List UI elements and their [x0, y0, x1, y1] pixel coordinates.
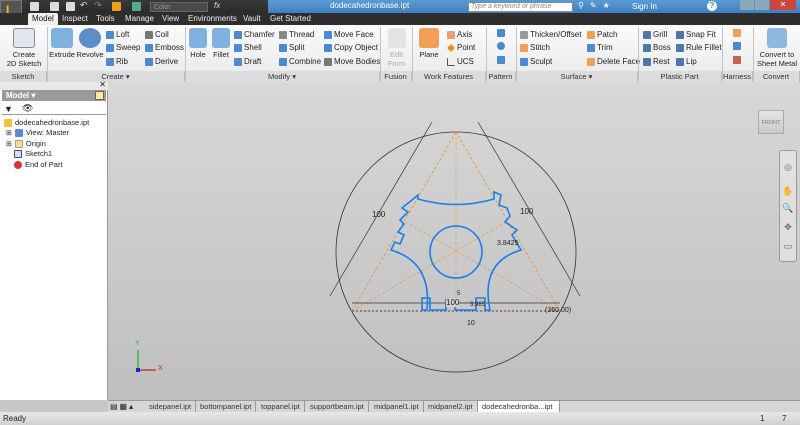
- y-axis-label: Y: [135, 340, 140, 347]
- dimension-radius[interactable]: 3.8425: [497, 240, 518, 247]
- tab-layout-icons[interactable]: ▤▦▴: [110, 402, 135, 411]
- dimension-10[interactable]: 10: [467, 320, 475, 327]
- viewcube[interactable]: FRONT: [758, 110, 784, 134]
- dimension-right[interactable]: 100: [520, 207, 533, 216]
- dimension-line-left: [329, 121, 433, 297]
- dimension-5[interactable]: 5: [457, 291, 460, 297]
- dimension-small[interactable]: 3.985: [470, 302, 485, 308]
- pan-icon[interactable]: ✋: [782, 186, 794, 197]
- look-at-icon[interactable]: ▭: [782, 241, 794, 252]
- sketch-canvas[interactable]: [0, 0, 800, 425]
- dimension-bottom[interactable]: 100: [446, 298, 460, 307]
- doc-tab[interactable]: bottompanel.ipt: [196, 401, 257, 412]
- doc-tab[interactable]: supportbeam.ipt: [306, 401, 369, 412]
- doc-tab[interactable]: toppanel.ipt: [257, 401, 305, 412]
- zoom-icon[interactable]: 🔍: [782, 203, 794, 214]
- doc-tab-active[interactable]: dodecahedronba...ipt: [478, 401, 560, 412]
- status-bar: Ready 1 7: [0, 412, 800, 425]
- status-count-2: 7: [782, 414, 787, 423]
- doc-tab[interactable]: sidepanel.ipt: [145, 401, 197, 412]
- status-count-1: 1: [760, 414, 765, 423]
- status-text: Ready: [3, 414, 27, 423]
- steering-wheel-icon[interactable]: ◎: [782, 162, 794, 173]
- dimension-left[interactable]: 100: [372, 210, 385, 219]
- x-axis-label: X: [158, 365, 163, 372]
- doc-tab[interactable]: midpanel2.ipt: [424, 401, 478, 412]
- doc-tab[interactable]: midpanel1.ipt: [370, 401, 424, 412]
- dimension-angle[interactable]: (360.00): [545, 307, 571, 314]
- orbit-icon[interactable]: ✥: [782, 222, 794, 233]
